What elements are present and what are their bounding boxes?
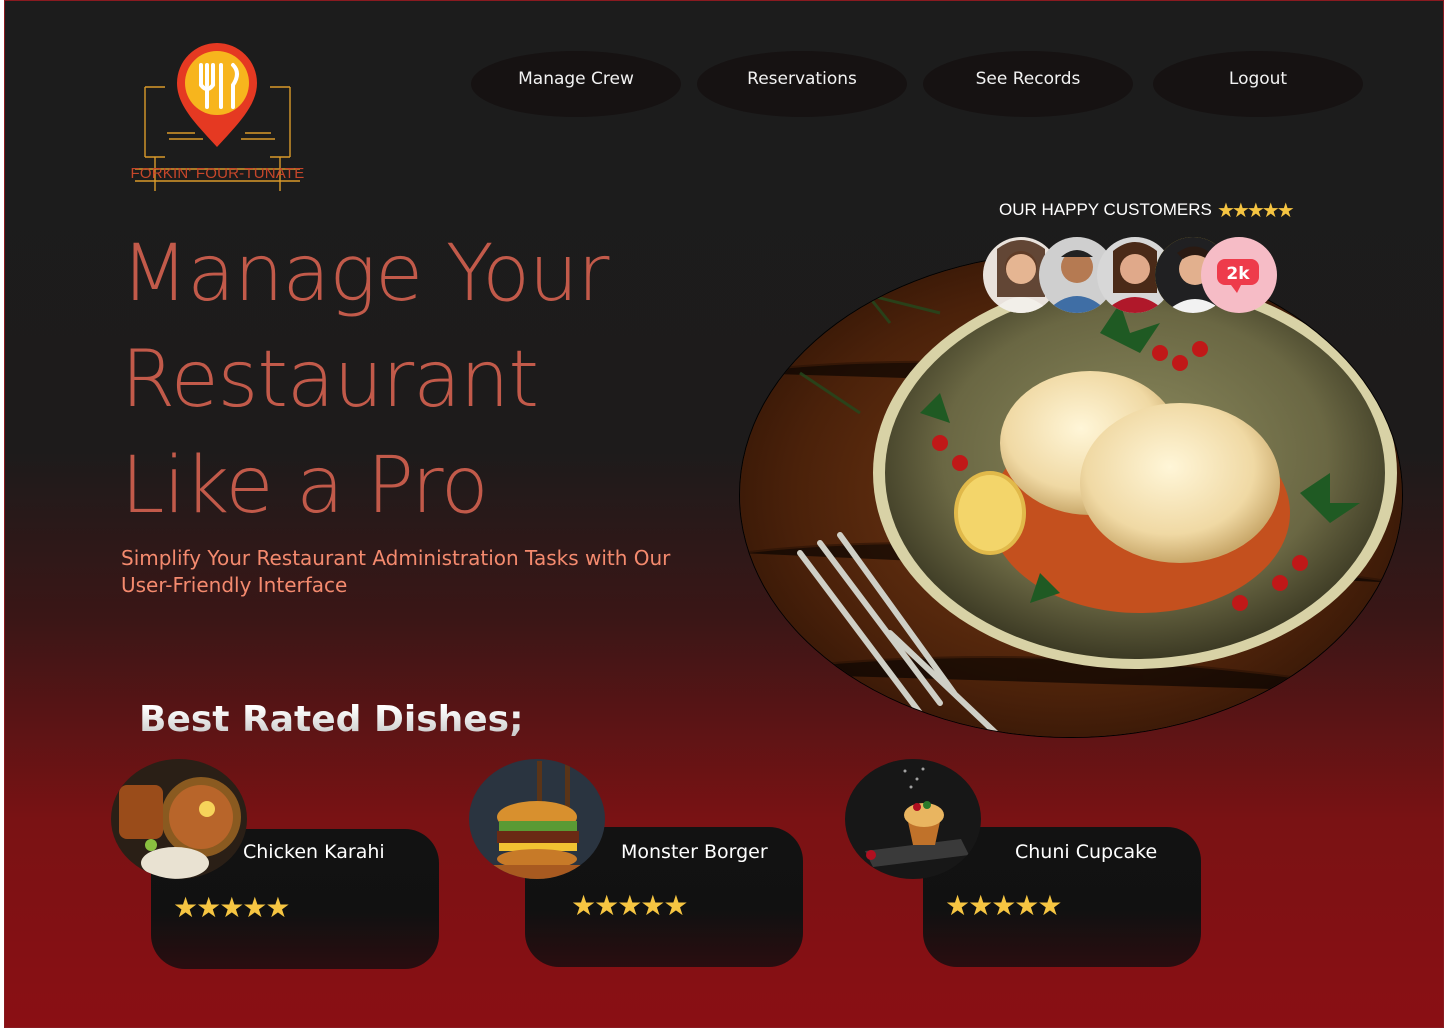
nav-see-records-button[interactable]: See Records [923, 51, 1133, 117]
hero-dish-image [739, 252, 1403, 738]
dish-image-monster-borger [469, 759, 605, 879]
page-frame: FORKIN' FOUR-TUNATE Manage Crew Reservat… [4, 0, 1444, 1028]
dish-name: Chicken Karahi [243, 841, 385, 863]
hero-title-line: Manage Your [121, 229, 609, 319]
nav-reservations-button[interactable]: Reservations [697, 51, 907, 117]
dish-image-chicken-karahi [111, 759, 247, 879]
dish-rating-stars: ★★★★★ [173, 891, 291, 924]
dish-rating-stars: ★★★★★ [945, 889, 1063, 922]
hero-title-line: Restaurant [121, 335, 539, 425]
hero-title: Manage Your Restaurant Like a Pro [121, 221, 741, 539]
dish-name: Monster Borger [621, 841, 768, 863]
dish-name: Chuni Cupcake [1015, 841, 1158, 863]
dish-rating-stars: ★★★★★ [571, 889, 689, 922]
customers-rating-stars: ★★★★★ [1217, 198, 1295, 222]
hero-subtitle: Simplify Your Restaurant Administration … [121, 546, 671, 597]
nav-logout-button[interactable]: Logout [1153, 51, 1363, 117]
brand-name: FORKIN' FOUR-TUNATE [130, 165, 305, 182]
dish-image-chuni-cupcake [845, 759, 981, 879]
count-badge-text: 2k [1226, 264, 1250, 284]
hero-title-line: Like a Pro [121, 441, 489, 531]
brand-logo[interactable]: FORKIN' FOUR-TUNATE [125, 39, 310, 194]
happy-customers-label: OUR HAPPY CUSTOMERS [999, 200, 1212, 219]
best-rated-title: Best Rated Dishes; [139, 699, 524, 740]
customers-count-badge: 2k [1201, 237, 1277, 313]
nav-manage-crew-button[interactable]: Manage Crew [471, 51, 681, 117]
